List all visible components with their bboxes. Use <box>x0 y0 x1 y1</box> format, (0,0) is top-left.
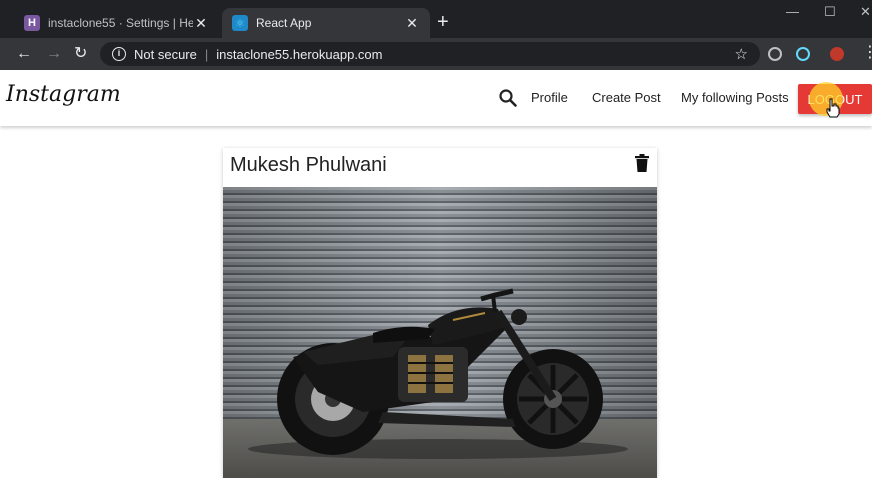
browser-tab-strip: H instaclone55 · Settings | Heroku ✕ ⚛ R… <box>0 0 872 38</box>
hand-cursor-icon <box>826 98 840 118</box>
nav-create-post-link[interactable]: Create Post <box>592 90 661 105</box>
url-text[interactable]: instaclone55.herokuapp.com <box>216 47 382 62</box>
extension-record-icon[interactable] <box>768 47 782 61</box>
security-status[interactable]: Not secure <box>134 47 197 62</box>
trash-icon[interactable] <box>635 154 649 172</box>
nav-following-posts-link[interactable]: My following Posts <box>681 90 789 105</box>
maximize-icon[interactable]: ☐ <box>824 4 836 20</box>
address-bar[interactable]: i Not secure | instaclone55.herokuapp.co… <box>100 42 760 66</box>
bookmark-star-icon[interactable]: ☆ <box>735 45 748 63</box>
brand-logo[interactable]: Instagram <box>6 82 121 107</box>
heroku-icon: H <box>24 15 40 31</box>
window-close-icon[interactable]: ✕ <box>860 4 871 20</box>
post-image <box>223 187 657 478</box>
omnibox-divider: | <box>204 46 209 62</box>
tab-title: instaclone55 · Settings | Heroku <box>48 16 193 30</box>
minimize-icon[interactable]: — <box>786 4 799 19</box>
reload-icon[interactable]: ↻ <box>74 44 87 64</box>
close-icon[interactable]: ✕ <box>404 15 420 32</box>
react-icon: ⚛ <box>232 15 248 31</box>
browser-toolbar: ← → ↻ i Not secure | instaclone55.heroku… <box>0 38 872 70</box>
search-icon[interactable] <box>498 88 518 108</box>
info-icon[interactable]: i <box>112 47 126 61</box>
tab-react-app[interactable]: ⚛ React App ✕ <box>222 8 430 38</box>
new-tab-plus-icon[interactable]: + <box>437 12 449 32</box>
tab-title: React App <box>256 16 312 30</box>
app-navbar: Instagram Profile Create Post My followi… <box>0 70 872 126</box>
post-author-name[interactable]: Mukesh Phulwani <box>230 154 387 177</box>
tab-heroku-settings[interactable]: H instaclone55 · Settings | Heroku ✕ <box>14 8 219 38</box>
close-icon[interactable]: ✕ <box>193 15 209 32</box>
react-devtools-icon[interactable] <box>796 47 810 61</box>
motorcycle-photo <box>223 187 657 478</box>
nav-profile-link[interactable]: Profile <box>531 90 568 105</box>
forward-arrow-icon[interactable]: → <box>46 44 62 64</box>
post-card: Mukesh Phulwani <box>223 148 657 478</box>
profile-avatar-icon[interactable] <box>830 47 844 61</box>
browser-menu-icon[interactable]: ⋮ <box>862 43 872 63</box>
back-arrow-icon[interactable]: ← <box>16 44 32 64</box>
